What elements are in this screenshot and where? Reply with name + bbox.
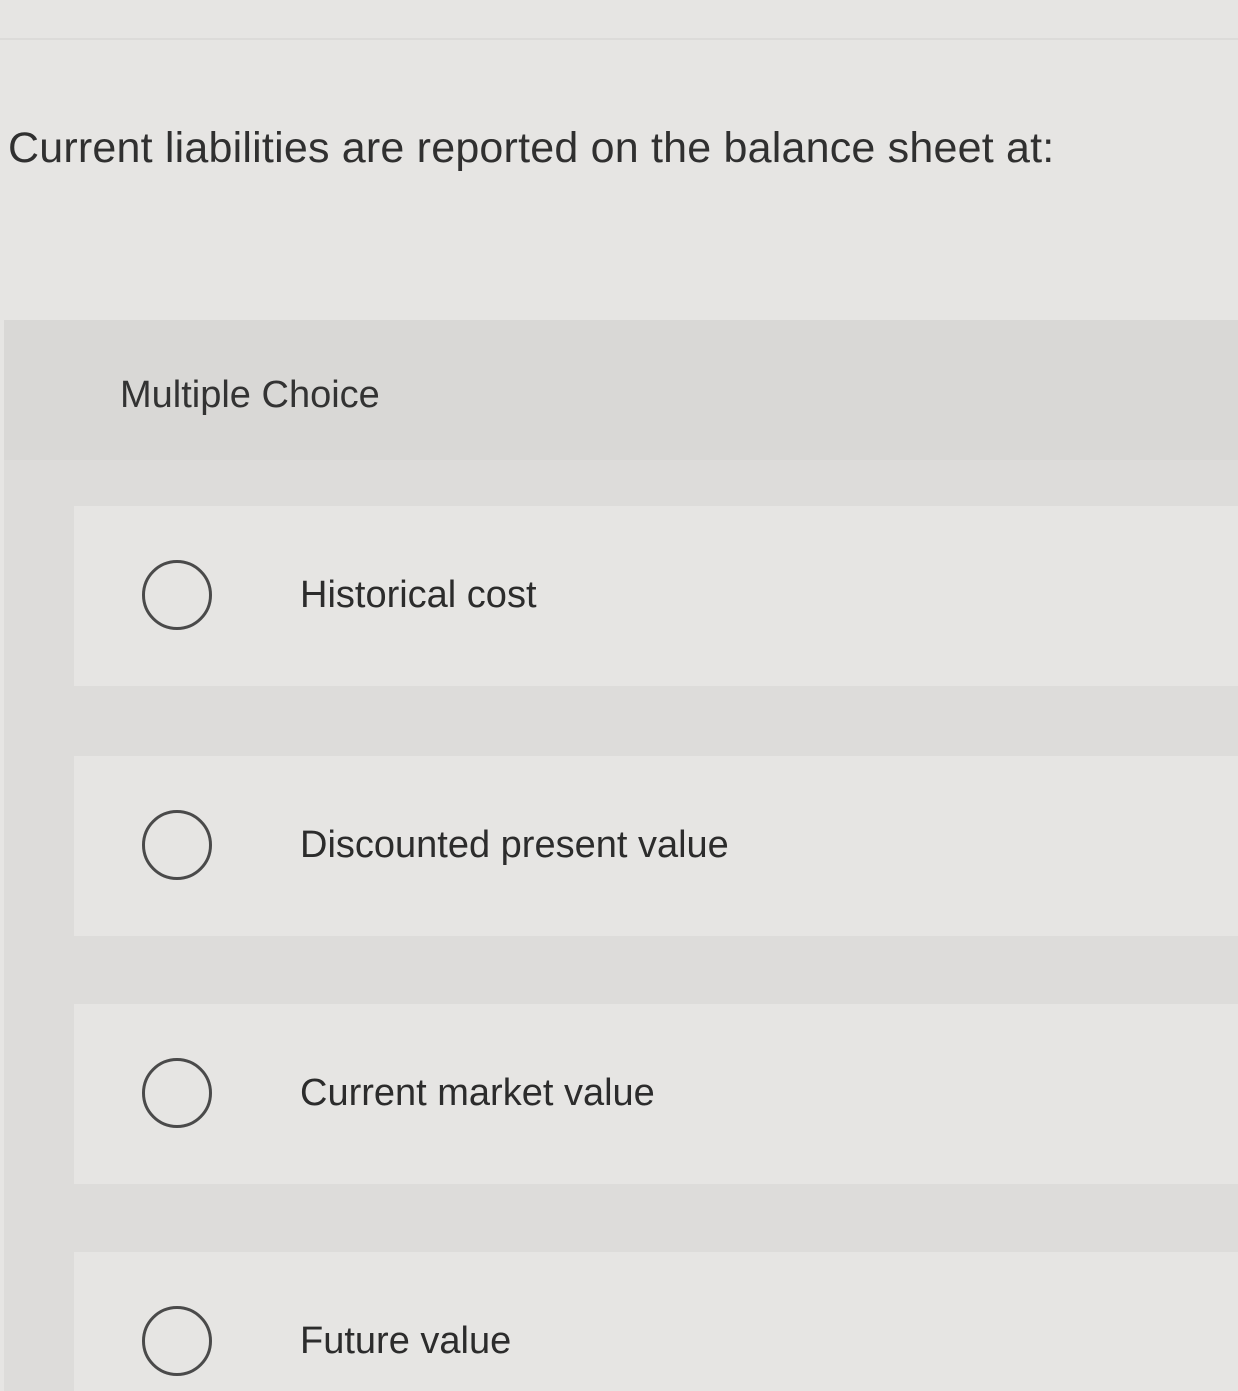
answer-options: Historical cost Discounted present value… [4,320,1238,1391]
radio-button[interactable] [142,560,212,630]
answer-option-future-value[interactable]: Future value [74,1252,1238,1391]
radio-button[interactable] [142,810,212,880]
top-divider [0,38,1238,40]
answer-option-label: Current market value [300,1072,655,1114]
answer-option-label: Future value [300,1320,512,1362]
answer-option-historical-cost[interactable]: Historical cost [74,506,1238,686]
answer-option-discounted-present-value[interactable]: Discounted present value [74,756,1238,936]
radio-button[interactable] [142,1058,212,1128]
multiple-choice-panel: Multiple Choice Historical cost Discount… [4,320,1238,1391]
radio-button[interactable] [142,1306,212,1376]
answer-option-current-market-value[interactable]: Current market value [74,1004,1238,1184]
question-text: Current liabilities are reported on the … [8,124,1055,172]
answer-option-label: Discounted present value [300,824,729,866]
answer-option-label: Historical cost [300,574,537,616]
